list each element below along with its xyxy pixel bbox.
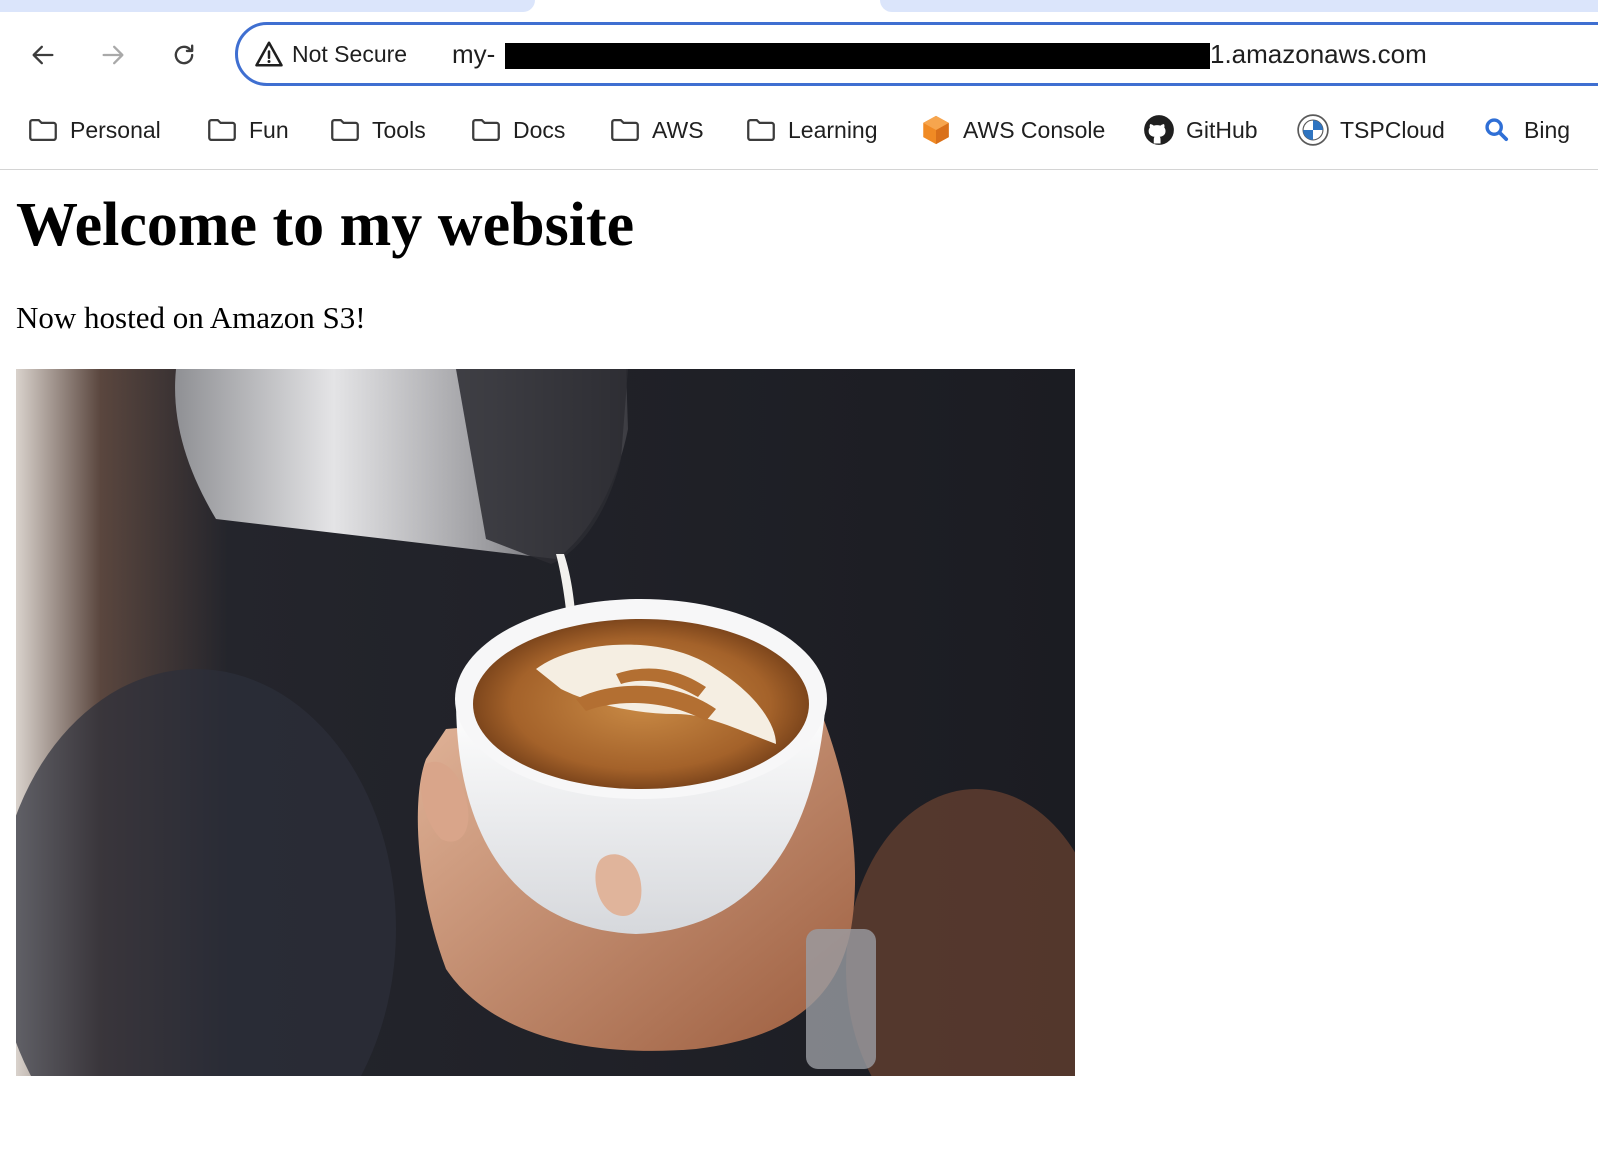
- bookmark-label: AWS Console: [963, 116, 1106, 143]
- page-content: Welcome to my website Now hosted on Amaz…: [0, 170, 1598, 1152]
- bookmark-label: TSPCloud: [1340, 116, 1445, 143]
- reload-button[interactable]: [164, 35, 204, 75]
- reload-icon: [174, 44, 194, 65]
- bookmark-label: Learning: [788, 116, 878, 143]
- inactive-tab-left[interactable]: [0, 0, 535, 12]
- bookmark-label: AWS: [652, 116, 704, 143]
- bookmark-tspcloud[interactable]: TSPCloud: [1296, 110, 1445, 150]
- bookmark-label: GitHub: [1186, 116, 1258, 143]
- arrow-right-icon: [102, 45, 124, 65]
- github-icon: [1144, 115, 1174, 145]
- bmw-logo-icon: [1297, 114, 1329, 146]
- bookmark-bing[interactable]: Bing: [1480, 110, 1570, 150]
- folder-icon: [747, 118, 775, 142]
- folder-icon: [29, 118, 57, 142]
- folder-icon: [472, 118, 500, 142]
- bookmark-folder-personal[interactable]: Personal: [26, 110, 161, 150]
- address-bar[interactable]: Not Secure my- 1.amazonaws.com: [235, 22, 1598, 86]
- folder-icon: [611, 118, 639, 142]
- page-title: Welcome to my website: [16, 191, 635, 259]
- latte-art-image: [16, 369, 1075, 1076]
- page-subtitle: Now hosted on Amazon S3!: [16, 300, 366, 335]
- folder-icon: [208, 118, 236, 142]
- folder-icon: [331, 118, 359, 142]
- bookmarks-bar: Personal Fun Tools Docs AWS Learning AWS…: [0, 100, 1598, 170]
- browser-toolbar: Not Secure my- 1.amazonaws.com: [0, 12, 1598, 100]
- bookmark-label: Docs: [513, 116, 566, 143]
- security-label: Not Secure: [292, 40, 408, 67]
- latte-art-photo: [16, 369, 1075, 1076]
- security-indicator[interactable]: Not Secure: [254, 25, 407, 83]
- bookmark-folder-aws[interactable]: AWS: [608, 110, 704, 150]
- bookmark-github[interactable]: GitHub: [1142, 110, 1258, 150]
- bookmark-aws-console[interactable]: AWS Console: [919, 110, 1105, 150]
- bookmark-folder-docs[interactable]: Docs: [469, 110, 565, 150]
- bookmark-label: Bing: [1524, 116, 1571, 143]
- url-redaction: [505, 43, 1210, 69]
- tab-strip: [0, 0, 1598, 12]
- back-button[interactable]: [23, 35, 63, 75]
- aws-cube-icon: [923, 115, 949, 145]
- bookmark-folder-tools[interactable]: Tools: [328, 110, 426, 150]
- inactive-tab-right[interactable]: [880, 0, 1598, 12]
- bookmark-label: Tools: [372, 116, 426, 143]
- bookmark-label: Personal: [70, 116, 161, 143]
- bookmark-folder-learning[interactable]: Learning: [744, 110, 878, 150]
- forward-button[interactable]: [93, 35, 133, 75]
- url-suffix: 1.amazonaws.com: [1210, 38, 1427, 69]
- search-icon: [1485, 118, 1509, 142]
- url-prefix: my-: [452, 38, 496, 69]
- bookmark-label: Fun: [249, 116, 289, 143]
- warning-triangle-icon: [255, 41, 283, 67]
- arrow-left-icon: [32, 45, 54, 65]
- bookmark-folder-fun[interactable]: Fun: [205, 110, 289, 150]
